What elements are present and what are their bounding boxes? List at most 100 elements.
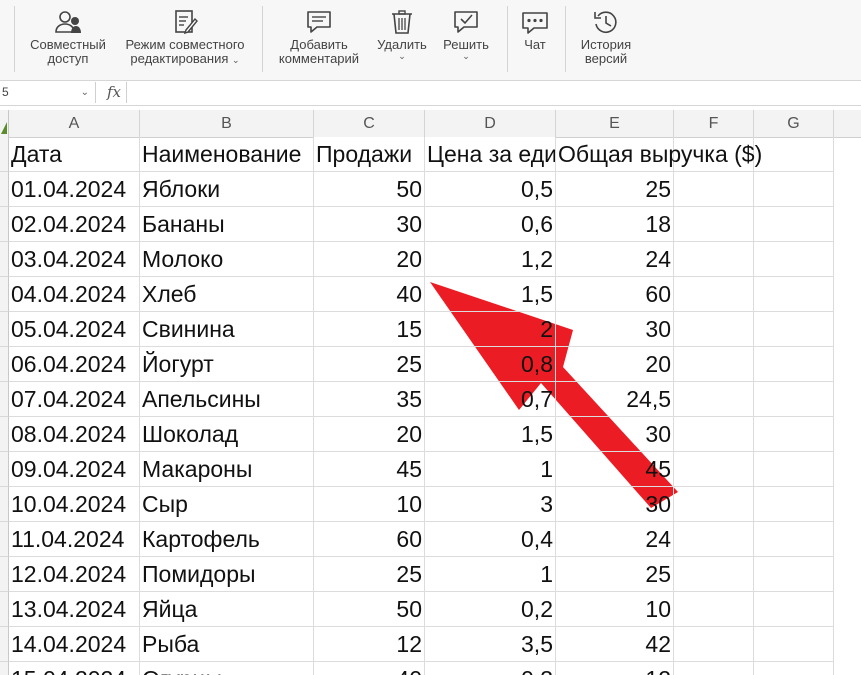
- cell-b14[interactable]: Яйца: [140, 592, 314, 627]
- row-header[interactable]: [0, 417, 9, 452]
- cell-e3[interactable]: 18: [556, 207, 674, 242]
- cell-a7[interactable]: 06.04.2024: [9, 347, 140, 382]
- cell-a10[interactable]: 09.04.2024: [9, 452, 140, 487]
- cell-c14[interactable]: 50: [314, 592, 425, 627]
- cell-b12[interactable]: Картофель: [140, 522, 314, 557]
- row-header[interactable]: [0, 522, 9, 557]
- cell-d8[interactable]: 0,7: [425, 382, 556, 417]
- cell-c10[interactable]: 45: [314, 452, 425, 487]
- cell-b15[interactable]: Рыба: [140, 627, 314, 662]
- cell-a11[interactable]: 10.04.2024: [9, 487, 140, 522]
- cell-c11[interactable]: 10: [314, 487, 425, 522]
- cell-e1[interactable]: Общая выручка ($): [556, 137, 762, 172]
- cell-b7[interactable]: Йогурт: [140, 347, 314, 382]
- cell-f16[interactable]: [674, 662, 754, 675]
- cell-e6[interactable]: 30: [556, 312, 674, 347]
- cell-c12[interactable]: 60: [314, 522, 425, 557]
- cell-e2[interactable]: 25: [556, 172, 674, 207]
- cell-b4[interactable]: Молоко: [140, 242, 314, 277]
- cell-g5[interactable]: [754, 277, 834, 312]
- select-all-corner[interactable]: [0, 110, 9, 137]
- cell-a2[interactable]: 01.04.2024: [9, 172, 140, 207]
- row-header[interactable]: [0, 312, 9, 347]
- cell-f12[interactable]: [674, 522, 754, 557]
- cell-a8[interactable]: 07.04.2024: [9, 382, 140, 417]
- cell-c1[interactable]: Продажи: [314, 137, 425, 172]
- cell-c4[interactable]: 20: [314, 242, 425, 277]
- row-header[interactable]: [0, 452, 9, 487]
- column-header-g[interactable]: G: [754, 110, 834, 137]
- cell-g11[interactable]: [754, 487, 834, 522]
- cell-b8[interactable]: Апельсины: [140, 382, 314, 417]
- cell-b6[interactable]: Свинина: [140, 312, 314, 347]
- column-header-a[interactable]: A: [9, 110, 140, 137]
- cell-a5[interactable]: 04.04.2024: [9, 277, 140, 312]
- row-header[interactable]: [0, 557, 9, 592]
- cell-e7[interactable]: 20: [556, 347, 674, 382]
- cell-a12[interactable]: 11.04.2024: [9, 522, 140, 557]
- cell-g15[interactable]: [754, 627, 834, 662]
- cell-g10[interactable]: [754, 452, 834, 487]
- chat-button[interactable]: Чат: [514, 8, 556, 52]
- cell-b11[interactable]: Сыр: [140, 487, 314, 522]
- cell-f3[interactable]: [674, 207, 754, 242]
- cell-g2[interactable]: [754, 172, 834, 207]
- cell-a13[interactable]: 12.04.2024: [9, 557, 140, 592]
- cell-e8[interactable]: 24,5: [556, 382, 674, 417]
- cell-d14[interactable]: 0,2: [425, 592, 556, 627]
- cell-e13[interactable]: 25: [556, 557, 674, 592]
- resolve-comment-button[interactable]: Решить ⌄: [437, 8, 495, 61]
- cell-f14[interactable]: [674, 592, 754, 627]
- column-header-f[interactable]: F: [674, 110, 754, 137]
- cell-a4[interactable]: 03.04.2024: [9, 242, 140, 277]
- cell-g3[interactable]: [754, 207, 834, 242]
- cell-b2[interactable]: Яблоки: [140, 172, 314, 207]
- cell-e16[interactable]: 12: [556, 662, 674, 675]
- row-header[interactable]: [0, 172, 9, 207]
- cell-g4[interactable]: [754, 242, 834, 277]
- cell-g13[interactable]: [754, 557, 834, 592]
- coedit-mode-button[interactable]: Режим совместного редактирования ⌄: [119, 8, 251, 66]
- cell-a9[interactable]: 08.04.2024: [9, 417, 140, 452]
- cell-d4[interactable]: 1,2: [425, 242, 556, 277]
- cell-g12[interactable]: [754, 522, 834, 557]
- row-header[interactable]: [0, 592, 9, 627]
- cell-c8[interactable]: 35: [314, 382, 425, 417]
- row-header[interactable]: [0, 487, 9, 522]
- cell-a15[interactable]: 14.04.2024: [9, 627, 140, 662]
- cell-g14[interactable]: [754, 592, 834, 627]
- cell-e10[interactable]: 45: [556, 452, 674, 487]
- cell-f2[interactable]: [674, 172, 754, 207]
- row-header[interactable]: [0, 662, 9, 675]
- cell-b5[interactable]: Хлеб: [140, 277, 314, 312]
- cell-b1[interactable]: Наименование: [140, 137, 314, 172]
- cell-d5[interactable]: 1,5: [425, 277, 556, 312]
- function-icon[interactable]: fx: [102, 82, 127, 103]
- share-button[interactable]: Совместный доступ: [24, 8, 112, 66]
- cell-e12[interactable]: 24: [556, 522, 674, 557]
- name-box[interactable]: 5 ⌄: [0, 82, 96, 103]
- cell-g16[interactable]: [754, 662, 834, 675]
- cell-e5[interactable]: 60: [556, 277, 674, 312]
- cell-e4[interactable]: 24: [556, 242, 674, 277]
- cell-d3[interactable]: 0,6: [425, 207, 556, 242]
- cell-g6[interactable]: [754, 312, 834, 347]
- cell-f6[interactable]: [674, 312, 754, 347]
- cell-e11[interactable]: 30: [556, 487, 674, 522]
- cell-c15[interactable]: 12: [314, 627, 425, 662]
- cell-b16[interactable]: Огурцы: [140, 662, 314, 675]
- cell-d7[interactable]: 0,8: [425, 347, 556, 382]
- cell-a14[interactable]: 13.04.2024: [9, 592, 140, 627]
- cell-e9[interactable]: 30: [556, 417, 674, 452]
- cell-f13[interactable]: [674, 557, 754, 592]
- formula-input[interactable]: [130, 82, 850, 103]
- cell-c7[interactable]: 25: [314, 347, 425, 382]
- cell-f11[interactable]: [674, 487, 754, 522]
- add-comment-button[interactable]: Добавить комментарий: [274, 8, 364, 66]
- cell-b10[interactable]: Макароны: [140, 452, 314, 487]
- cell-d15[interactable]: 3,5: [425, 627, 556, 662]
- cell-b9[interactable]: Шоколад: [140, 417, 314, 452]
- cell-b3[interactable]: Бананы: [140, 207, 314, 242]
- row-header[interactable]: [0, 207, 9, 242]
- row-header[interactable]: [0, 382, 9, 417]
